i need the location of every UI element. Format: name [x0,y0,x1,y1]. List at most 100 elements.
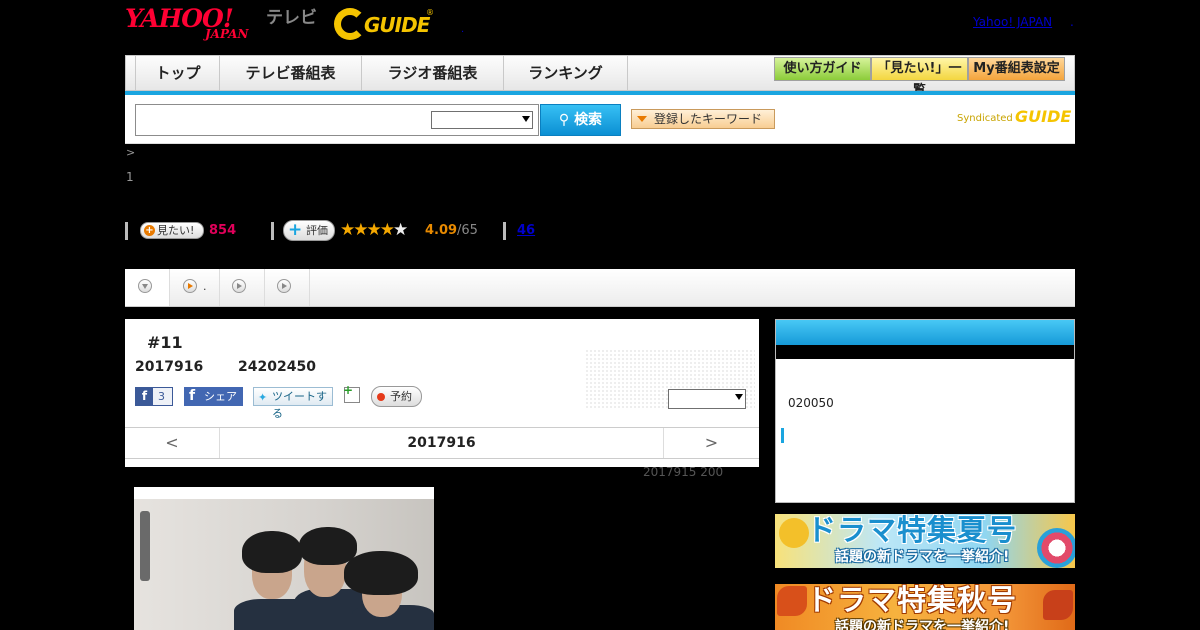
add-calendar-icon[interactable]: + [343,383,360,403]
drama-autumn-banner[interactable]: ドラマ特集秋号 話題の新ドラマを一挙紹介! [775,584,1075,630]
next-date-button[interactable]: > [663,428,759,458]
triangle-right-icon [188,283,193,289]
tab-top[interactable]: トップ [137,56,220,90]
triangle-right-icon [237,283,242,289]
tabstrip-tab-4[interactable] [265,269,310,306]
float-ring-icon [1037,528,1075,568]
chevron-down-icon [735,394,743,400]
registered-keyword-label: 登録したキーワード [654,112,763,126]
facebook-like-count: 3 [158,390,165,403]
facebook-icon: f [189,388,196,404]
search-genre-select[interactable] [431,111,533,129]
drama-summer-banner[interactable]: ドラマ特集夏号 話題の新ドラマを一挙紹介! [775,514,1075,568]
broadcast-date: 2017916 [135,359,204,375]
tabstrip-tab-2-label: . [203,280,207,293]
chevron-down-icon [522,116,530,122]
sidebar-accent-bar [781,428,784,443]
search-bar: ⚲ 検索 登録したキーワード Syndicated GUIDE [125,95,1075,144]
nav-left-edge [126,56,136,90]
prev-date-button[interactable]: < [125,428,220,458]
my-schedule-settings-button[interactable]: My番組表設定 [968,57,1065,81]
rate-label: 評価 [306,224,328,237]
yahoo-japan-link[interactable]: Yahoo! JAPAN [973,15,1052,29]
syndicated-label: Syndicated [957,113,1013,124]
photo-person-hair [242,531,302,573]
expand-icon [138,279,152,293]
current-date: 2017916 [407,435,476,451]
facebook-icon: f [136,388,153,405]
photo-wall-frame [140,511,150,581]
tweet-button[interactable]: ✦ ツイートする [253,387,333,420]
page: YAHOO! JAPAN テレビ GUIDE ® . Yahoo! JAPAN … [0,0,1200,630]
triangle-right-icon [282,283,287,289]
tab-ranking[interactable]: ランキング [504,56,628,90]
drama-summer-title: ドラマ特集夏号 [807,514,1018,547]
tab-radio-schedule[interactable]: ラジオ番組表 [362,56,504,90]
registered-keyword-button[interactable]: 登録したキーワード [631,109,775,129]
sun-icon [779,518,809,548]
plus-icon: + [288,220,303,240]
yahoo-japan-link-suffix: . [1070,15,1074,29]
tabstrip-tab-2[interactable]: . [170,269,220,306]
review-count-link[interactable]: 46 [517,222,535,239]
last-updated: 2017915 200 [643,465,724,479]
search-icon: ⚲ [558,112,575,128]
facebook-share-label: シェア [204,390,237,403]
record-dot-icon [377,393,385,401]
photo-person-hair [299,527,357,565]
drama-summer-subtitle: 話題の新ドラマを一挙紹介! [835,549,1010,565]
reserve-button[interactable]: 予約 [371,386,422,407]
plus-icon: + [144,225,155,236]
tabstrip-tab-overview[interactable] [125,269,170,306]
gguide-logo-text: GUIDE [364,13,430,37]
tab-tv-schedule[interactable]: テレビ番組表 [220,56,362,90]
detail-tabstrip: . [125,269,1075,307]
search-button[interactable]: ⚲ 検索 [540,104,621,136]
triangle-down-icon [142,284,148,289]
gguide-reg-mark: ® [426,8,434,17]
main-nav: トップ テレビ番組表 ラジオ番組表 ランキング 使い方ガイド 「見たい!」一覧 … [125,55,1075,98]
facebook-like-button[interactable]: f 3 [135,387,173,406]
photo-person-hair [344,551,418,595]
drama-autumn-title: ドラマ特集秋号 [807,584,1018,617]
yahoo-logo-sub: JAPAN [205,27,249,41]
stat-divider [125,222,128,240]
stat-divider [503,222,506,240]
gguide-logo[interactable]: GUIDE ® [334,8,434,40]
want-to-watch-list-button[interactable]: 「見たい!」一覧 [871,57,968,98]
star-filled-icons: ★★★★ [340,220,395,240]
tv-label[interactable]: テレビ [266,8,317,28]
maple-leaf-icon [1043,590,1073,620]
twitter-bird-icon: ✦ [258,391,268,404]
breadcrumb[interactable]: > [126,146,135,159]
yahoo-japan-logo[interactable]: YAHOO! JAPAN [125,6,261,42]
play-icon [232,279,246,293]
plus-icon: + [343,383,354,397]
date-navigation: < 2017916 > [125,427,759,459]
maple-leaf-icon [777,586,807,616]
sidebar-header-sub [776,345,1074,359]
syndicated-logo-text: GUIDE [1015,107,1072,126]
tabstrip-tab-3[interactable] [220,269,265,306]
facebook-share-button[interactable]: f シェア [184,387,243,406]
syndicated-gguide-logo: Syndicated GUIDE [957,107,1072,131]
page-index: 1 [126,170,134,184]
rate-button[interactable]: + 評価 [283,220,335,241]
play-icon [277,279,291,293]
star-empty-icon: ★ [392,220,408,240]
rating-stars: ★★★★★ [340,219,408,241]
rating-score: 4.09 [425,223,458,238]
broadcast-time: 24202450 [238,359,316,375]
usage-guide-button[interactable]: 使い方ガイド [774,57,871,81]
episode-number: #11 [147,333,183,352]
sidebar-header [776,320,1074,345]
program-panel: #11 2017916 24202450 f 3 f シェア ✦ ツイートする … [125,319,759,467]
header-dot: . [461,24,465,35]
recorder-select[interactable] [668,389,746,409]
dropdown-arrow-icon [637,116,647,122]
rating-count: /65 [457,223,478,238]
want-to-watch-button[interactable]: + 見たい! [140,222,204,239]
stat-divider [271,222,274,240]
drama-autumn-subtitle: 話題の新ドラマを一挙紹介! [835,619,1010,630]
program-photo[interactable] [134,487,434,630]
